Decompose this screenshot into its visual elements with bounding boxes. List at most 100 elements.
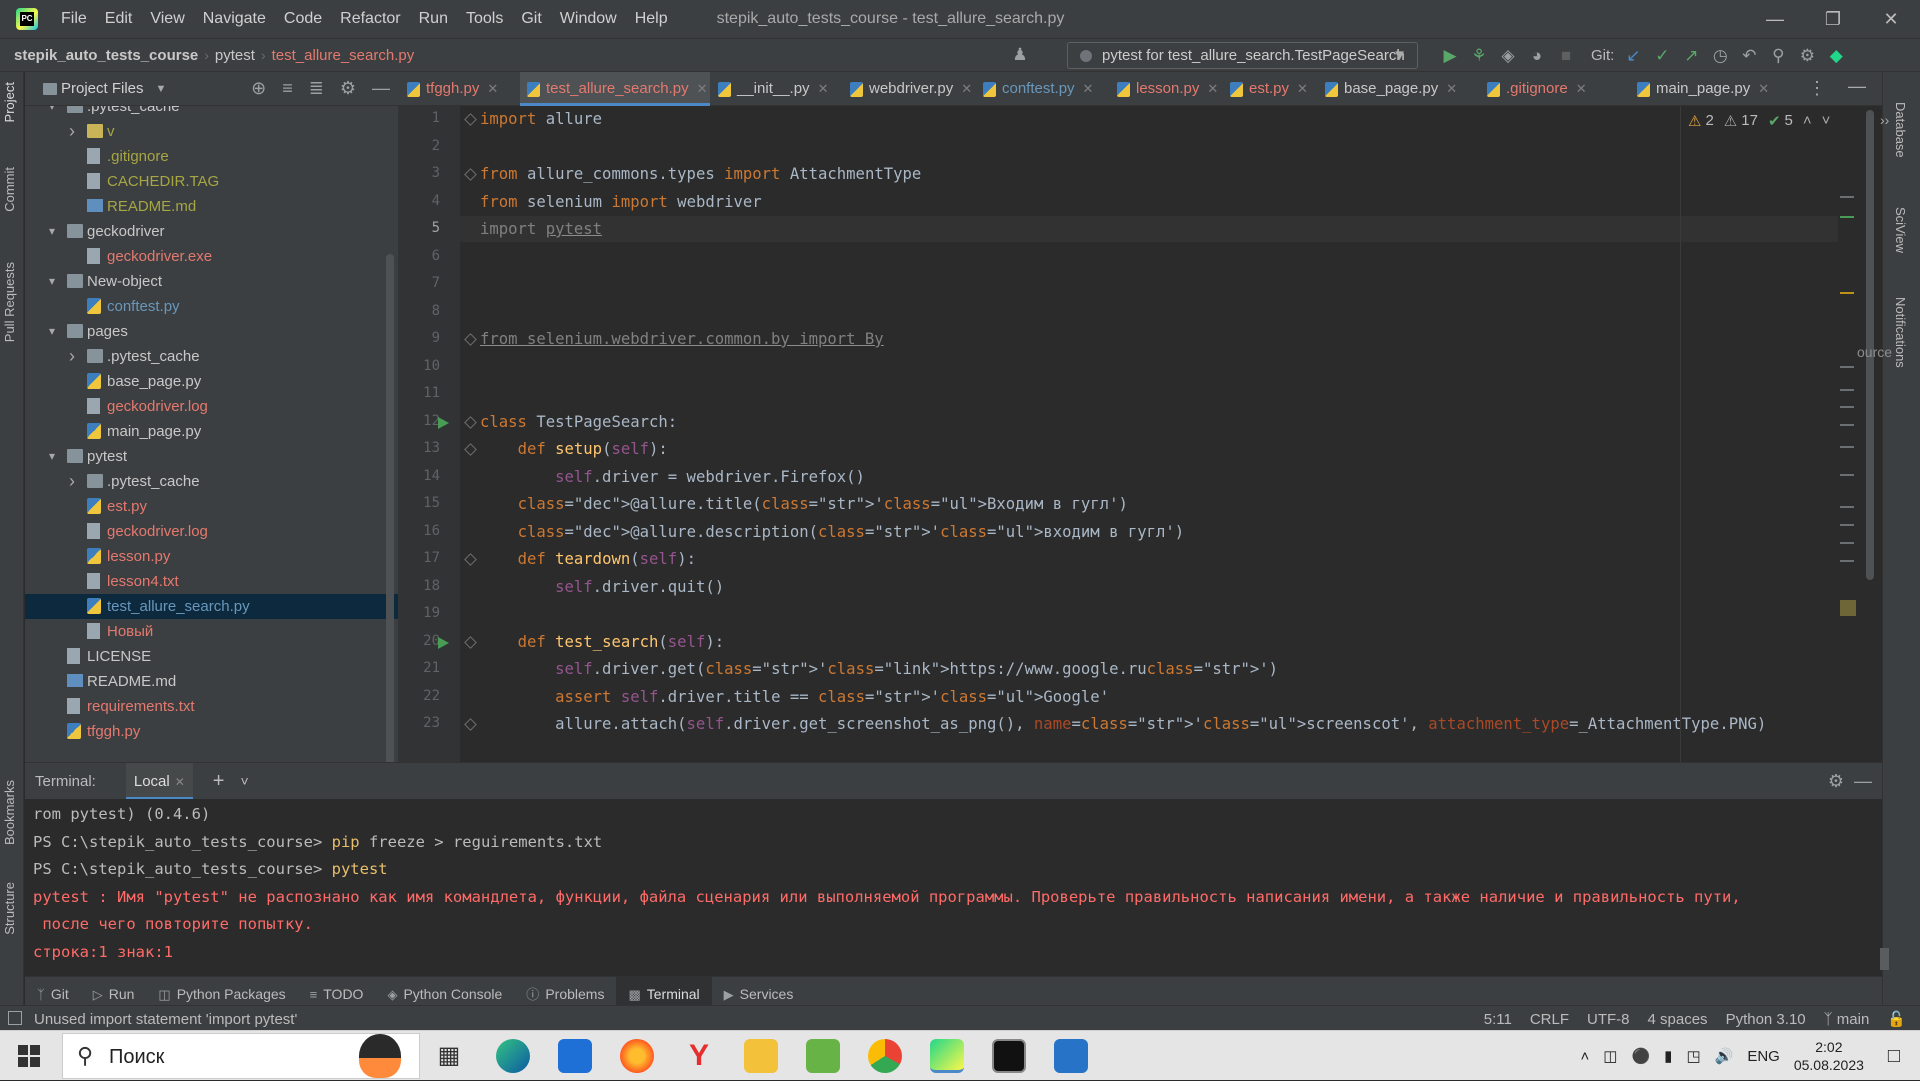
tree-row[interactable]: › v xyxy=(25,119,398,144)
stop-icon[interactable]: ■ xyxy=(1556,46,1576,66)
language-indicator[interactable]: ENG xyxy=(1747,1048,1780,1065)
close-tab-icon[interactable]: ✕ xyxy=(1758,81,1769,96)
tree-row[interactable]: base_page.py xyxy=(25,369,398,394)
new-terminal-icon[interactable]: + xyxy=(213,770,225,793)
editor-tab[interactable]: conftest.py ✕ xyxy=(976,72,1108,106)
tool-database[interactable]: Database xyxy=(1893,102,1908,158)
code-line[interactable]: allure.attach(self.driver.get_screenshot… xyxy=(480,711,1766,737)
close-tab-icon[interactable]: ✕ xyxy=(487,81,498,96)
code-line[interactable]: from selenium.webdriver.common.by import… xyxy=(480,326,884,352)
minimize-panel-icon[interactable]: — xyxy=(1848,76,1866,97)
menu-run[interactable]: Run xyxy=(410,0,457,38)
close-tab-icon[interactable]: ✕ xyxy=(1297,81,1308,96)
code-line[interactable]: import pytest xyxy=(480,216,602,242)
stripe-mark[interactable] xyxy=(1840,424,1854,426)
pycharm-logo-icon[interactable]: PC xyxy=(16,8,38,30)
collapse-arrow-icon[interactable]: ▾ xyxy=(49,444,61,469)
run-gutter-icon[interactable] xyxy=(438,417,449,429)
tool-project[interactable]: Project xyxy=(2,82,17,122)
code-line[interactable]: def teardown(self): xyxy=(480,546,696,572)
expand-arrow-icon[interactable]: ▾ xyxy=(49,106,61,119)
tree-row[interactable]: geckodriver.exe xyxy=(25,244,398,269)
project-scrollbar[interactable] xyxy=(386,254,394,762)
editor-tab[interactable]: lesson.py ✕ xyxy=(1110,72,1222,106)
expand-arrow-icon[interactable]: › xyxy=(69,469,81,494)
tree-row[interactable]: geckodriver.log xyxy=(25,519,398,544)
editor-tab[interactable]: webdriver.py ✕ xyxy=(843,72,975,106)
debug-icon[interactable]: ⚘ xyxy=(1469,46,1489,66)
inspection-widget[interactable]: ⚠ 2 ⚠ 17 ✔ 5 ˄ ˅ xyxy=(1688,112,1830,134)
settings-icon[interactable]: ⚙ xyxy=(1797,46,1817,66)
chevron-up-icon[interactable]: ˄ xyxy=(1581,1048,1590,1065)
more-tabs-icon[interactable]: ⋮ xyxy=(1808,78,1826,99)
cmd-icon[interactable] xyxy=(992,1039,1026,1073)
tree-row[interactable]: README.md xyxy=(25,669,398,694)
edge-icon[interactable] xyxy=(496,1039,530,1073)
code-editor[interactable]: import allure from allure_commons.types i… xyxy=(460,106,1838,763)
stripe-mark[interactable] xyxy=(1840,366,1854,368)
tree-row[interactable]: ▾ pytest xyxy=(25,444,398,469)
expand-arrow-icon[interactable]: › xyxy=(69,344,81,369)
stripe-mark[interactable] xyxy=(1840,524,1854,526)
code-line[interactable]: class="dec">@allure.title(class="str">'c… xyxy=(480,491,1128,517)
run-gutter-icon[interactable] xyxy=(438,637,449,649)
close-icon[interactable]: ✕ xyxy=(175,775,185,789)
tree-row[interactable]: LICENSE xyxy=(25,644,398,669)
code-line[interactable]: self.driver = webdriver.Firefox() xyxy=(480,464,865,490)
editor-tab[interactable]: tfggh.py ✕ xyxy=(400,72,518,106)
close-tab-icon[interactable]: ✕ xyxy=(1207,81,1218,96)
tree-row[interactable]: lesson.py xyxy=(25,544,398,569)
stripe-mark[interactable] xyxy=(1840,560,1854,562)
close-tab-icon[interactable]: ✕ xyxy=(1576,81,1587,96)
restore-icon[interactable]: ❐ xyxy=(1804,0,1862,38)
expand-arrow-icon[interactable]: › xyxy=(69,119,81,144)
code-line[interactable]: from allure_commons.types import Attachm… xyxy=(480,161,921,187)
hide-icon[interactable]: — xyxy=(1854,771,1872,792)
terminal-output[interactable]: rom pytest) (0.4.6) PS C:\stepik_auto_tes… xyxy=(25,799,1882,975)
tool-pull-requests[interactable]: Pull Requests xyxy=(2,262,17,342)
editor-tab[interactable]: __init__.py ✕ xyxy=(711,72,841,106)
tree-row[interactable]: ▾ geckodriver xyxy=(25,219,398,244)
microphone-icon[interactable]: ⚫ xyxy=(1631,1047,1650,1065)
menu-window[interactable]: Window xyxy=(551,0,626,38)
tool-structure[interactable]: Structure xyxy=(2,882,17,935)
tree-row[interactable]: est.py xyxy=(25,494,398,519)
tree-row[interactable]: lesson4.txt xyxy=(25,569,398,594)
close-tab-icon[interactable]: ✕ xyxy=(1446,81,1457,96)
device-icon[interactable]: ◫ xyxy=(1603,1047,1617,1065)
tool-bookmarks[interactable]: Bookmarks xyxy=(2,780,17,845)
user-icon[interactable]: ♟ xyxy=(1010,45,1030,65)
menu-refactor[interactable]: Refactor xyxy=(331,0,409,38)
coverage-icon[interactable]: ◈ xyxy=(1498,46,1518,66)
close-icon[interactable]: ✕ xyxy=(1862,0,1920,38)
wifi-icon[interactable]: ◳ xyxy=(1686,1047,1700,1065)
editor-tab[interactable]: .gitignore ✕ xyxy=(1480,72,1628,106)
notification-center-icon[interactable]: □ xyxy=(1888,1045,1900,1068)
code-line[interactable]: def test_search(self): xyxy=(480,629,725,655)
stripe-mark[interactable] xyxy=(1840,406,1854,408)
run-configuration-select[interactable]: pytest for test_allure_search.TestPageSe… xyxy=(1067,42,1418,69)
stripe-mark[interactable] xyxy=(1840,216,1854,218)
stripe-mark[interactable] xyxy=(1840,292,1854,294)
tool-commit[interactable]: Commit xyxy=(2,167,17,212)
battery-icon[interactable]: ▮ xyxy=(1664,1047,1672,1065)
breadcrumb-project[interactable]: stepik_auto_tests_course xyxy=(0,47,204,64)
collapse-all-icon[interactable]: ≣ xyxy=(309,78,324,99)
utorrent-icon[interactable] xyxy=(806,1039,840,1073)
toggle-tool-windows-icon[interactable] xyxy=(8,1011,22,1025)
run-icon[interactable]: ▶ xyxy=(1440,46,1460,66)
firefox-icon[interactable] xyxy=(620,1039,654,1073)
code-line[interactable]: def setup(self): xyxy=(480,436,668,462)
menu-tools[interactable]: Tools xyxy=(457,0,512,38)
chevron-down-icon[interactable]: ▼ xyxy=(156,83,167,95)
code-line[interactable]: self.driver.get(class="str">'class="link… xyxy=(480,656,1278,682)
menu-code[interactable]: Code xyxy=(275,0,331,38)
mail-icon[interactable] xyxy=(558,1039,592,1073)
tree-row[interactable]: ▾ .pytest_cache xyxy=(25,106,398,119)
menu-help[interactable]: Help xyxy=(626,0,677,38)
gear-icon[interactable]: ⚙ xyxy=(1828,771,1844,792)
menu-navigate[interactable]: Navigate xyxy=(194,0,275,38)
file-explorer-icon[interactable] xyxy=(744,1039,778,1073)
jetbrains-icon[interactable]: ◆ xyxy=(1826,46,1846,66)
tree-row[interactable]: requirements.txt xyxy=(25,694,398,719)
